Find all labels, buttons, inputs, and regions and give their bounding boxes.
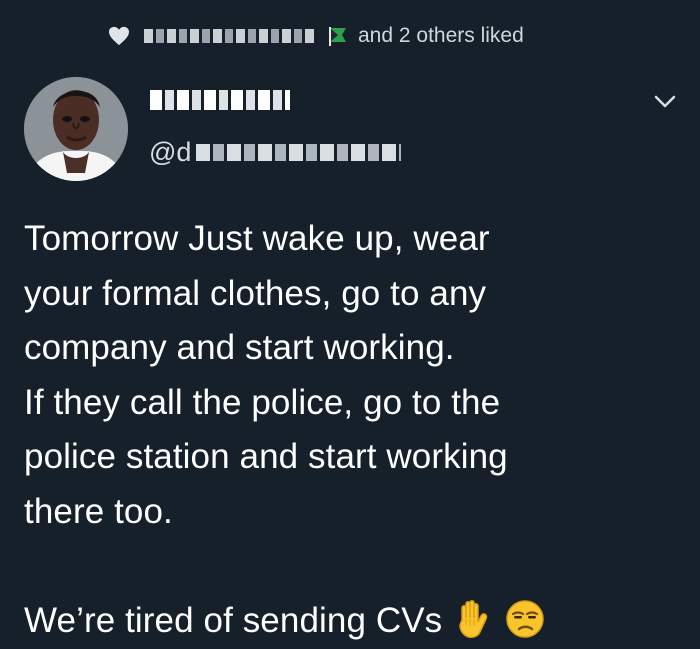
tweet-line: your formal clothes, go to any	[24, 273, 487, 313]
tweet-line: company and start working.	[24, 328, 455, 367]
handle-prefix: @d	[149, 136, 192, 167]
profile-photo	[24, 77, 128, 181]
liked-text: and 2 others liked	[358, 24, 524, 47]
tweet-line: If they call the police, go to the	[24, 382, 501, 422]
user-handle: @d	[149, 136, 402, 167]
tweet-line: there too.	[24, 491, 173, 531]
unamused-face-icon	[506, 600, 544, 638]
flag-icon	[329, 27, 346, 46]
tweet-final-line: We’re tired of sending CVs	[24, 594, 674, 649]
tweet-line: Tomorrow Just wake up, wear	[24, 219, 490, 258]
final-line-text: We’re tired of sending CVs	[24, 601, 443, 640]
social-context: and 2 others liked	[108, 22, 524, 50]
tweet-text: Tomorrow Just wake up, wear your formal …	[24, 212, 674, 649]
heart-icon	[109, 26, 129, 46]
tweet-line: police station and start working	[24, 437, 508, 476]
redacted-liker-name	[144, 29, 314, 43]
avatar[interactable]	[24, 77, 128, 181]
raised-hand-icon	[459, 600, 488, 638]
chevron-down-icon[interactable]	[652, 89, 678, 113]
redacted-handle	[196, 143, 402, 161]
redacted-display-name	[150, 90, 290, 110]
